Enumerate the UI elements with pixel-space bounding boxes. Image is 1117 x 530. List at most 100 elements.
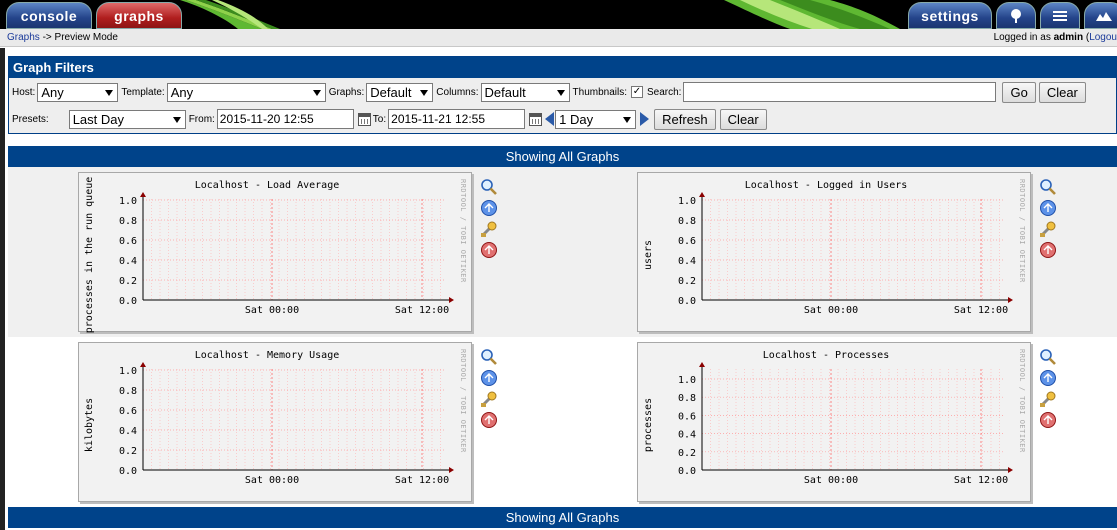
to-date-input[interactable]: 2015-11-21 12:55 xyxy=(388,109,526,129)
y-tick-label: 0.2 xyxy=(678,276,696,287)
refresh-button[interactable]: Refresh xyxy=(654,108,716,130)
x-tick-label: Sat 00:00 xyxy=(804,475,858,486)
list-view-tab[interactable] xyxy=(1040,2,1080,29)
clear-timespan-button[interactable]: Clear xyxy=(719,108,767,130)
breadcrumb: Graphs -> Preview Mode xyxy=(7,29,118,47)
zoom-icon[interactable] xyxy=(480,178,498,196)
timespan-select[interactable]: 1 Day xyxy=(555,109,637,129)
time-graph-icon[interactable] xyxy=(1039,241,1057,259)
chevron-down-icon xyxy=(105,89,114,96)
zoom-icon[interactable] xyxy=(1039,178,1057,196)
graph-y-axis-label: users xyxy=(643,240,654,270)
preview-view-tab[interactable] xyxy=(1084,2,1117,29)
graph-thumbnail[interactable]: Localhost - Memory Usage kilobytes RRDTOOL… xyxy=(78,342,472,502)
time-graph-icon[interactable] xyxy=(480,241,498,259)
x-tick-label: Sat 00:00 xyxy=(804,305,858,316)
zoom-icon[interactable] xyxy=(480,348,498,366)
y-tick-label: 0.8 xyxy=(119,386,137,397)
y-axis-arrow-icon xyxy=(699,362,705,367)
y-tick-label: 0.0 xyxy=(678,296,696,307)
y-tick-label: 0.4 xyxy=(678,256,696,267)
edit-wrench-icon[interactable] xyxy=(1039,220,1057,238)
graph-thumbnail[interactable]: Localhost - Load Average processes in the… xyxy=(78,172,472,333)
x-axis-arrow-icon xyxy=(449,297,454,303)
showing-all-graphs-footer: Showing All Graphs xyxy=(8,507,1117,528)
time-graph-icon[interactable] xyxy=(1039,411,1057,429)
login-prefix: Logged in as xyxy=(993,32,1054,43)
presets-select[interactable]: Last Day xyxy=(68,109,186,129)
settings-tab[interactable]: settings xyxy=(908,2,992,29)
x-axis-arrow-icon xyxy=(449,467,454,473)
y-axis-arrow-icon xyxy=(699,192,705,197)
list-icon xyxy=(1053,10,1067,21)
x-axis-arrow-icon xyxy=(1008,467,1013,473)
logout-link[interactable]: Logou xyxy=(1089,32,1117,43)
y-tick-label: 1.0 xyxy=(119,366,137,377)
left-edge-strip xyxy=(0,48,5,530)
x-tick-label: Sat 00:00 xyxy=(245,305,299,316)
from-date-input[interactable]: 2015-11-20 12:55 xyxy=(216,109,354,129)
graph-image: Localhost - Processes processes RRDTOOL / … xyxy=(643,349,1026,486)
y-tick-label: 0.8 xyxy=(678,393,696,404)
chevron-down-icon xyxy=(312,89,321,96)
graph-image: Localhost - Logged in Users users RRDTOOL … xyxy=(643,179,1026,316)
graphs-count-select[interactable]: Default xyxy=(366,82,434,102)
template-select[interactable]: Any xyxy=(166,82,326,102)
graph-filters-panel: Graph Filters Host: Any Template: Any Gr… xyxy=(8,56,1117,134)
chevron-down-icon xyxy=(420,89,429,96)
edit-wrench-icon[interactable] xyxy=(480,220,498,238)
graph-watermark: RRDTOOL / TOBI OETIKER xyxy=(1018,349,1026,453)
graph-title: Localhost - Logged in Users xyxy=(745,180,908,191)
edit-wrench-icon[interactable] xyxy=(1039,390,1057,408)
host-select[interactable]: Any xyxy=(37,82,119,102)
y-tick-label: 0.2 xyxy=(119,276,137,287)
preview-icon xyxy=(1096,11,1112,21)
x-tick-label: Sat 12:00 xyxy=(395,305,449,316)
clear-filter-button[interactable]: Clear xyxy=(1038,81,1086,103)
y-tick-label: 0.0 xyxy=(678,466,696,477)
calendar-icon[interactable] xyxy=(357,112,371,126)
columns-label: Columns: xyxy=(436,86,479,98)
graph-thumbnail[interactable]: Localhost - Processes processes RRDTOOL / … xyxy=(637,342,1031,502)
graph-title: Localhost - Memory Usage xyxy=(195,350,340,361)
info-icon[interactable] xyxy=(1039,199,1057,217)
x-axis-arrow-icon xyxy=(1008,297,1013,303)
chevron-down-icon xyxy=(172,116,181,123)
login-status: Logged in as admin (Logou xyxy=(994,29,1117,47)
info-icon[interactable] xyxy=(1039,369,1057,387)
breadcrumb-graphs-link[interactable]: Graphs xyxy=(7,32,40,43)
y-tick-label: 0.2 xyxy=(678,448,696,459)
zoom-icon[interactable] xyxy=(1039,348,1057,366)
y-tick-label: 1.0 xyxy=(678,196,696,207)
y-tick-label: 0.8 xyxy=(119,216,137,227)
host-select-value: Any xyxy=(41,84,64,100)
search-input[interactable] xyxy=(683,82,997,102)
shift-left-arrow-icon[interactable] xyxy=(545,112,555,126)
graph-image: Localhost - Memory Usage kilobytes RRDTOOL… xyxy=(84,349,467,486)
y-tick-label: 0.6 xyxy=(678,411,696,422)
y-tick-label: 0.4 xyxy=(678,430,696,441)
columns-select[interactable]: Default xyxy=(480,82,570,102)
tree-view-tab[interactable] xyxy=(996,2,1036,29)
y-tick-label: 0.2 xyxy=(119,446,137,457)
graphs-tab[interactable]: graphs xyxy=(96,2,182,29)
time-graph-icon[interactable] xyxy=(480,411,498,429)
info-icon[interactable] xyxy=(480,369,498,387)
info-icon[interactable] xyxy=(480,199,498,217)
graph-thumbnail[interactable]: Localhost - Logged in Users users RRDTOOL … xyxy=(637,172,1031,332)
graph-watermark: RRDTOOL / TOBI OETIKER xyxy=(1018,179,1026,283)
shift-right-arrow-icon[interactable] xyxy=(640,112,650,126)
search-label: Search: xyxy=(647,86,682,98)
timespan-select-value: 1 Day xyxy=(559,111,594,127)
chevron-down-icon xyxy=(623,116,632,123)
thumbnails-checkbox[interactable]: ✓ xyxy=(631,86,643,98)
calendar-icon[interactable] xyxy=(529,112,543,126)
console-tab[interactable]: console xyxy=(6,2,92,29)
edit-wrench-icon[interactable] xyxy=(480,390,498,408)
graph-y-axis-label: processes xyxy=(643,398,654,452)
go-button[interactable]: Go xyxy=(1002,81,1036,103)
breadcrumb-separator: -> xyxy=(39,32,55,43)
template-select-value: Any xyxy=(170,84,194,100)
graph-y-axis-label: kilobytes xyxy=(84,398,95,452)
columns-select-value: Default xyxy=(484,84,526,100)
